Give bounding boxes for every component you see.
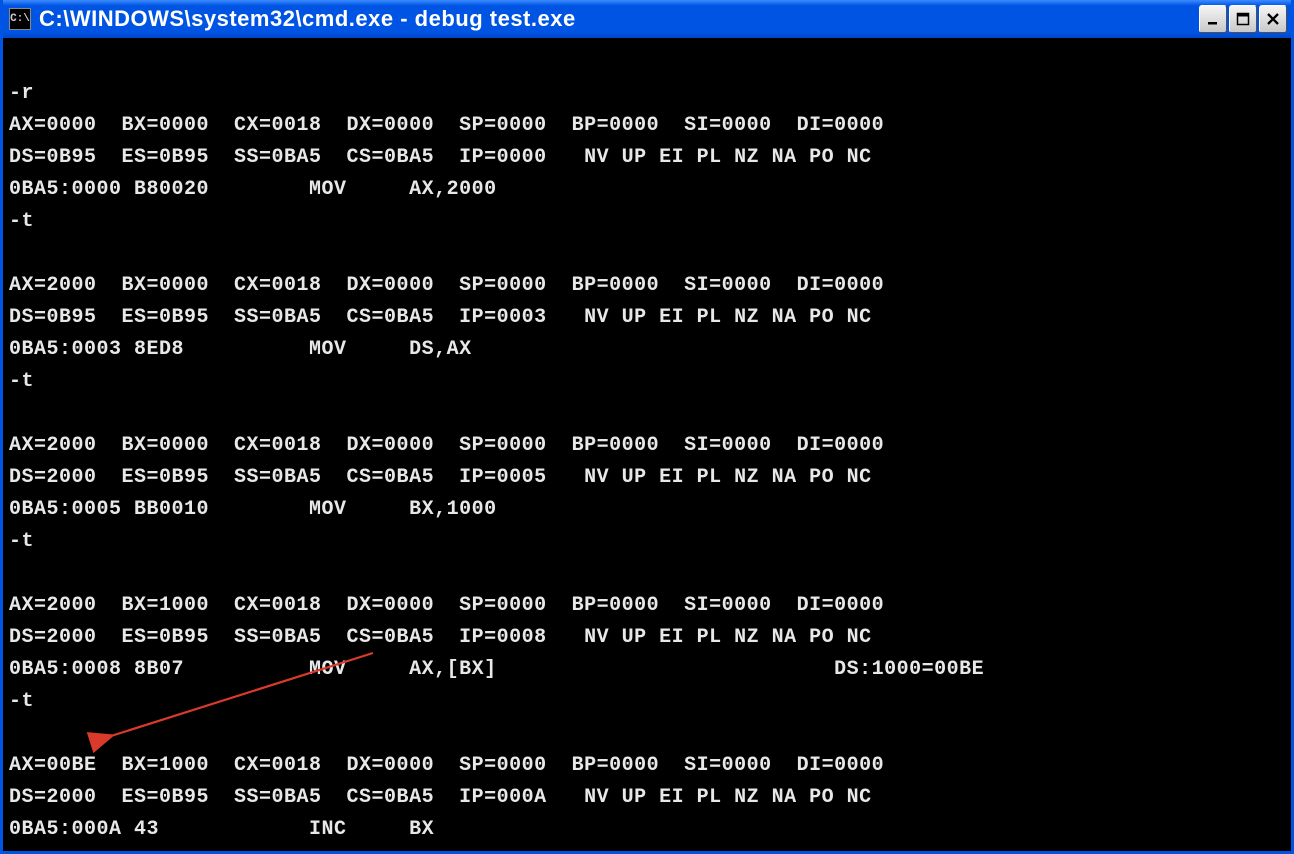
- cmd-line: -t: [9, 370, 34, 393]
- cmd-line: -t: [9, 530, 34, 553]
- register-line: DS=0B95 ES=0B95 SS=0BA5 CS=0BA5 IP=0000 …: [9, 146, 872, 169]
- register-line: AX=2000 BX=1000 CX=0018 DX=0000 SP=0000 …: [9, 594, 884, 617]
- cmd-line: -t: [9, 690, 34, 713]
- register-line: AX=00BE BX=1000 CX=0018 DX=0000 SP=0000 …: [9, 754, 884, 777]
- cmd-line: -t: [9, 210, 34, 233]
- titlebar[interactable]: C:\ C:\WINDOWS\system32\cmd.exe - debug …: [3, 0, 1291, 38]
- maximize-button[interactable]: [1229, 5, 1257, 33]
- disasm-line: 0BA5:0005 BB0010 MOV BX,1000: [9, 498, 497, 521]
- prompt: -: [9, 850, 22, 851]
- disasm-line: 0BA5:000A 43 INC BX: [9, 818, 434, 841]
- cmd-window: C:\ C:\WINDOWS\system32\cmd.exe - debug …: [0, 0, 1294, 854]
- disasm-line: 0BA5:0008 8B07 MOV AX,[BX] DS:1000=00BE: [9, 658, 984, 681]
- register-line: AX=2000 BX=0000 CX=0018 DX=0000 SP=0000 …: [9, 434, 884, 457]
- disasm-line: 0BA5:0003 8ED8 MOV DS,AX: [9, 338, 472, 361]
- terminal-output[interactable]: -r AX=0000 BX=0000 CX=0018 DX=0000 SP=00…: [3, 38, 1291, 851]
- app-icon: C:\: [9, 8, 31, 30]
- disasm-line: 0BA5:0000 B80020 MOV AX,2000: [9, 178, 497, 201]
- register-line: DS=0B95 ES=0B95 SS=0BA5 CS=0BA5 IP=0003 …: [9, 306, 872, 329]
- register-line: DS=2000 ES=0B95 SS=0BA5 CS=0BA5 IP=000A …: [9, 786, 872, 809]
- register-line: DS=2000 ES=0B95 SS=0BA5 CS=0BA5 IP=0008 …: [9, 626, 872, 649]
- register-line: DS=2000 ES=0B95 SS=0BA5 CS=0BA5 IP=0005 …: [9, 466, 872, 489]
- close-button[interactable]: [1259, 5, 1287, 33]
- minimize-button[interactable]: [1199, 5, 1227, 33]
- register-line: AX=2000 BX=0000 CX=0018 DX=0000 SP=0000 …: [9, 274, 884, 297]
- register-line: AX=0000 BX=0000 CX=0018 DX=0000 SP=0000 …: [9, 114, 884, 137]
- window-controls: [1199, 5, 1287, 33]
- window-title: C:\WINDOWS\system32\cmd.exe - debug test…: [39, 6, 1199, 32]
- cmd-line: -r: [9, 82, 34, 105]
